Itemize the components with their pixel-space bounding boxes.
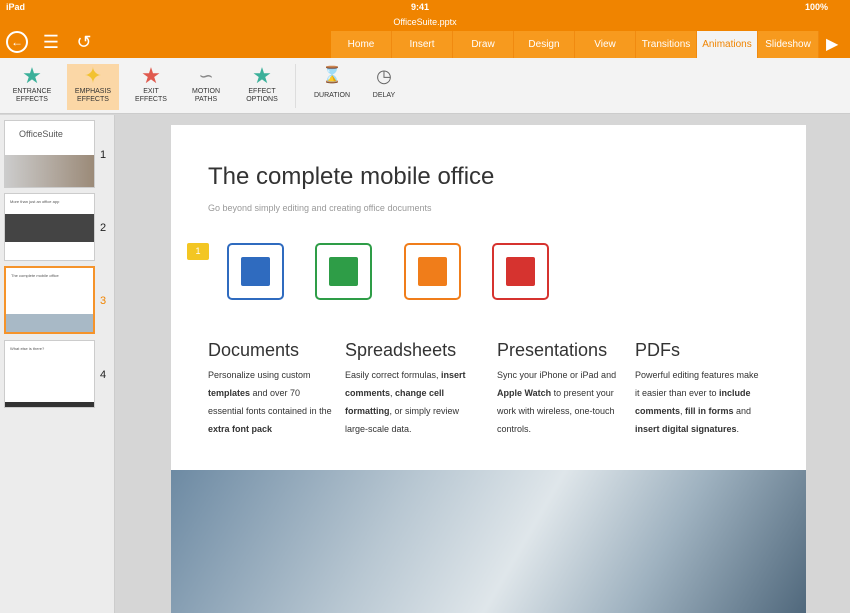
slide-canvas[interactable]: The complete mobile office Go beyond sim… bbox=[171, 125, 806, 613]
tab-design[interactable]: Design bbox=[514, 31, 575, 58]
clock-icon: ◷ bbox=[376, 66, 392, 86]
tab-draw[interactable]: Draw bbox=[453, 31, 514, 58]
star-icon: ★ bbox=[141, 63, 161, 88]
spreadsheets-column: Spreadsheets Easily correct formulas, ins… bbox=[345, 340, 470, 438]
tablet-photo[interactable] bbox=[171, 470, 806, 613]
tab-animations[interactable]: Animations bbox=[697, 31, 758, 58]
text: Personalize using custom bbox=[208, 370, 311, 380]
column-text: Easily correct formulas, insert comments… bbox=[345, 366, 470, 438]
animations-ribbon: ★ ENTRANCE EFFECTS ✦ EMPHASIS EFFECTS ★ EXIT E… bbox=[0, 58, 850, 114]
duration-button[interactable]: ⌛ DURATION bbox=[305, 64, 359, 110]
label: ENTRANCE bbox=[12, 88, 52, 95]
thumb-photo bbox=[6, 314, 93, 332]
bold-text: extra font pack bbox=[208, 424, 273, 434]
text: Sync your iPhone or iPad and bbox=[497, 370, 617, 380]
stars-icon: ✦ bbox=[83, 63, 103, 88]
logo-text: OfficeSuite bbox=[19, 129, 63, 139]
label: MOTION bbox=[192, 88, 220, 95]
label: DELAY bbox=[372, 92, 396, 99]
effect-options-button[interactable]: ★ EFFECT OPTIONS bbox=[236, 64, 288, 110]
spreadsheets-icon[interactable] bbox=[315, 243, 372, 300]
animation-order-badge[interactable]: 1 bbox=[187, 243, 209, 260]
column-heading: PDFs bbox=[635, 340, 680, 360]
presentations-icon[interactable] bbox=[404, 243, 461, 300]
bold-text: insert digital signatures bbox=[635, 424, 737, 434]
star-gear-icon: ★ bbox=[252, 63, 272, 88]
thumb-photo bbox=[5, 155, 94, 187]
motion-paths-button[interactable]: ∽ MOTION PATHS bbox=[180, 64, 232, 110]
label: EFFECTS bbox=[16, 96, 48, 103]
tab-insert[interactable]: Insert bbox=[392, 31, 453, 58]
tab-slideshow[interactable]: Slideshow bbox=[758, 31, 819, 58]
emphasis-effects-button[interactable]: ✦ EMPHASIS EFFECTS bbox=[67, 64, 119, 110]
label: DURATION bbox=[313, 92, 351, 99]
play-icon[interactable]: ▶ bbox=[826, 31, 838, 58]
app-header: iPad 9:41 100% OfficeSuite.pptx ← ☰ ↺ Ho… bbox=[0, 0, 850, 58]
slide-number: 1 bbox=[100, 149, 107, 161]
slide-title[interactable]: The complete mobile office bbox=[208, 163, 494, 191]
tab-transitions[interactable]: Transitions bbox=[636, 31, 697, 58]
delay-button[interactable]: ◷ DELAY bbox=[358, 64, 410, 110]
thumb-title: What else is there? bbox=[10, 346, 45, 351]
battery: 100% bbox=[805, 2, 829, 12]
slide-number: 4 bbox=[100, 369, 107, 381]
device-label: iPad bbox=[6, 2, 26, 12]
column-heading: Spreadsheets bbox=[345, 340, 457, 360]
documents-icon[interactable] bbox=[227, 243, 284, 300]
label: EXIT bbox=[143, 88, 159, 95]
presentations-column: Presentations Sync your iPhone or iPad an… bbox=[497, 340, 622, 438]
entrance-effects-button[interactable]: ★ ENTRANCE EFFECTS bbox=[6, 64, 58, 110]
column-heading: Presentations bbox=[497, 340, 608, 360]
slide-thumbnails: OfficeSuite 1 More than just an office a… bbox=[0, 115, 115, 613]
slide-number: 2 bbox=[100, 222, 107, 234]
pdfs-icon[interactable] bbox=[492, 243, 549, 300]
label: EMPHASIS bbox=[74, 88, 112, 95]
exit-effects-button[interactable]: ★ EXIT EFFECTS bbox=[125, 64, 177, 110]
document-title: OfficeSuite.pptx bbox=[393, 17, 457, 27]
text: Easily correct formulas, bbox=[345, 370, 442, 380]
slide-thumbnail-4[interactable]: What else is there? bbox=[4, 340, 95, 408]
label: OPTIONS bbox=[246, 96, 278, 103]
list-icon[interactable]: ☰ bbox=[40, 31, 62, 53]
bold-text: Apple Watch bbox=[497, 388, 552, 398]
column-heading: Documents bbox=[208, 340, 300, 360]
slide-number: 3 bbox=[100, 295, 107, 307]
label: EFFECTS bbox=[135, 96, 167, 103]
tab-home[interactable]: Home bbox=[331, 31, 392, 58]
bold-text: templates bbox=[208, 388, 251, 398]
undo-icon[interactable]: ↺ bbox=[73, 31, 95, 53]
star-icon: ★ bbox=[22, 63, 42, 88]
path-icon: ∽ bbox=[198, 66, 214, 86]
thumb-band bbox=[5, 214, 94, 242]
documents-column: Documents Personalize using custom templa… bbox=[208, 340, 333, 438]
tab-view[interactable]: View bbox=[575, 31, 636, 58]
label: EFFECT bbox=[248, 88, 276, 95]
column-text: Sync your iPhone or iPad and Apple Watch… bbox=[497, 366, 622, 438]
back-icon[interactable]: ← bbox=[6, 31, 28, 53]
bold-text: fill in forms bbox=[685, 406, 734, 416]
thumb-band bbox=[5, 402, 94, 407]
divider bbox=[295, 64, 296, 108]
pdfs-column: PDFs Powerful editing features make it ea… bbox=[635, 340, 760, 438]
slide-subtitle[interactable]: Go beyond simply editing and creating of… bbox=[208, 203, 431, 213]
column-text: Powerful editing features make it easier… bbox=[635, 366, 760, 438]
clock: 9:41 bbox=[411, 2, 430, 12]
slide-thumbnail-3[interactable]: The complete mobile office bbox=[4, 266, 95, 334]
hourglass-icon: ⌛ bbox=[322, 67, 342, 84]
text: and bbox=[733, 406, 752, 416]
thumb-title: The complete mobile office bbox=[11, 273, 59, 278]
label: EFFECTS bbox=[77, 96, 109, 103]
tab-bar: Home Insert Draw Design View Transitions… bbox=[331, 31, 819, 58]
thumb-title: More than just an office app bbox=[10, 199, 60, 204]
column-text: Personalize using custom templates and o… bbox=[208, 366, 333, 438]
slide-thumbnail-2[interactable]: More than just an office app bbox=[4, 193, 95, 261]
text: . bbox=[736, 424, 740, 434]
label: PATHS bbox=[194, 96, 218, 103]
slide-thumbnail-1[interactable]: OfficeSuite bbox=[4, 120, 95, 188]
